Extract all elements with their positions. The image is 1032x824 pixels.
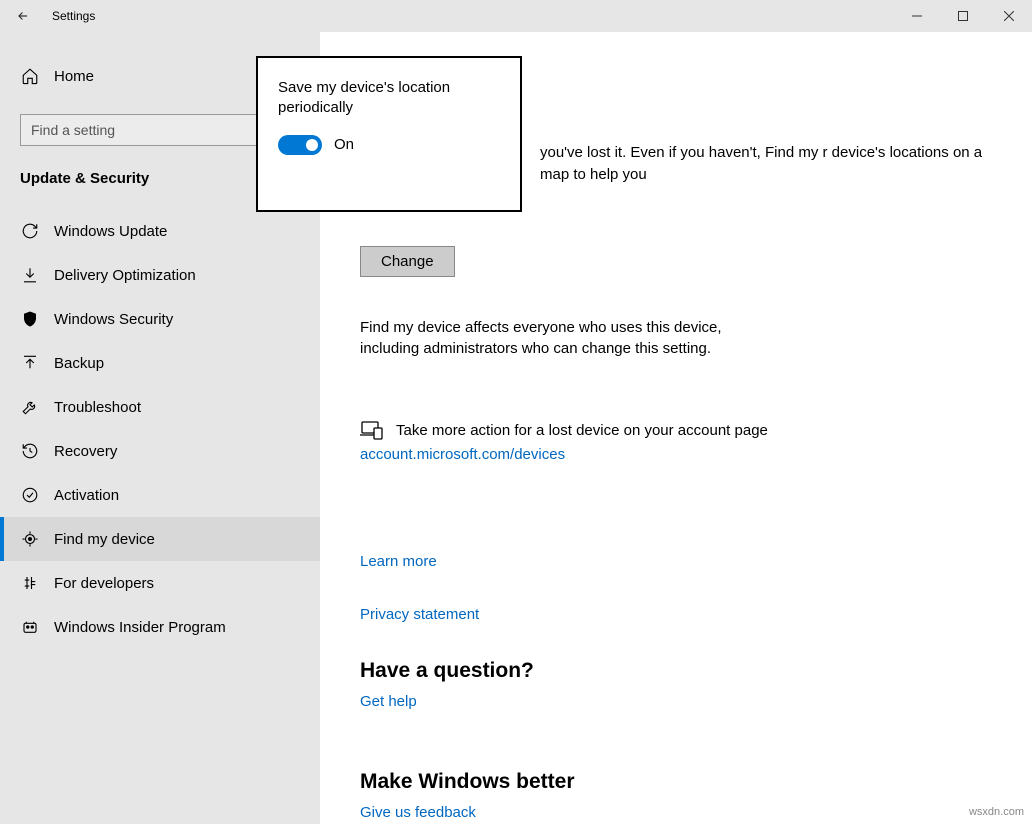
sidebar-item-label: Windows Update [54,223,167,240]
watermark: wsxdn.com [969,806,1024,818]
question-heading: Have a question? [360,659,992,683]
sidebar-item-label: Recovery [54,443,117,460]
feedback-link[interactable]: Give us feedback [360,804,992,821]
back-button[interactable] [0,0,46,32]
privacy-link[interactable]: Privacy statement [360,606,992,623]
close-button[interactable] [986,0,1032,32]
window-title: Settings [46,9,95,23]
sidebar-item-label: Windows Insider Program [54,619,226,636]
sidebar-item-delivery-optimization[interactable]: Delivery Optimization [0,253,320,297]
better-heading: Make Windows better [360,770,992,794]
sidebar-item-label: Activation [54,487,119,504]
developer-icon [20,574,40,592]
action-text: Take more action for a lost device on yo… [396,422,768,439]
change-button[interactable]: Change [360,246,455,277]
sidebar-item-troubleshoot[interactable]: Troubleshoot [0,385,320,429]
sidebar-item-windows-security[interactable]: Windows Security [0,297,320,341]
location-popup: Save my device's location periodically O… [256,56,522,212]
sidebar-item-label: Delivery Optimization [54,267,196,284]
clock-icon [20,442,40,460]
popup-title: Save my device's location periodically [278,78,500,119]
sidebar-item-for-developers[interactable]: For developers [0,561,320,605]
learn-more-link[interactable]: Learn more [360,553,992,570]
download-icon [20,266,40,284]
sidebar-item-label: Windows Security [54,311,173,328]
location-icon [20,530,40,548]
sidebar-item-recovery[interactable]: Recovery [0,429,320,473]
sidebar-item-windows-update[interactable]: Windows Update [0,209,320,253]
sidebar-item-activation[interactable]: Activation [0,473,320,517]
sidebar-item-backup[interactable]: Backup [0,341,320,385]
description-text: you've lost it. Even if you haven't, Fin… [540,142,992,186]
affects-note: Find my device affects everyone who uses… [360,317,780,361]
sidebar-item-label: Find my device [54,531,155,548]
sidebar-item-label: Backup [54,355,104,372]
device-icon [360,420,384,440]
title-bar: Settings [0,0,1032,32]
upload-icon [20,354,40,372]
home-icon [20,67,40,85]
sidebar-item-windows-insider[interactable]: Windows Insider Program [0,605,320,649]
account-link[interactable]: account.microsoft.com/devices [360,446,992,463]
shield-icon [20,310,40,328]
sidebar-item-label: For developers [54,575,154,592]
minimize-button[interactable] [894,0,940,32]
maximize-button[interactable] [940,0,986,32]
sync-icon [20,222,40,240]
sidebar-item-label: Troubleshoot [54,399,141,416]
wrench-icon [20,398,40,416]
toggle-state-label: On [334,136,354,153]
sidebar-item-find-my-device[interactable]: Find my device [0,517,320,561]
get-help-link[interactable]: Get help [360,693,992,710]
insider-icon [20,618,40,636]
check-circle-icon [20,486,40,504]
sidebar-home-label: Home [54,68,94,85]
location-toggle[interactable] [278,135,322,155]
